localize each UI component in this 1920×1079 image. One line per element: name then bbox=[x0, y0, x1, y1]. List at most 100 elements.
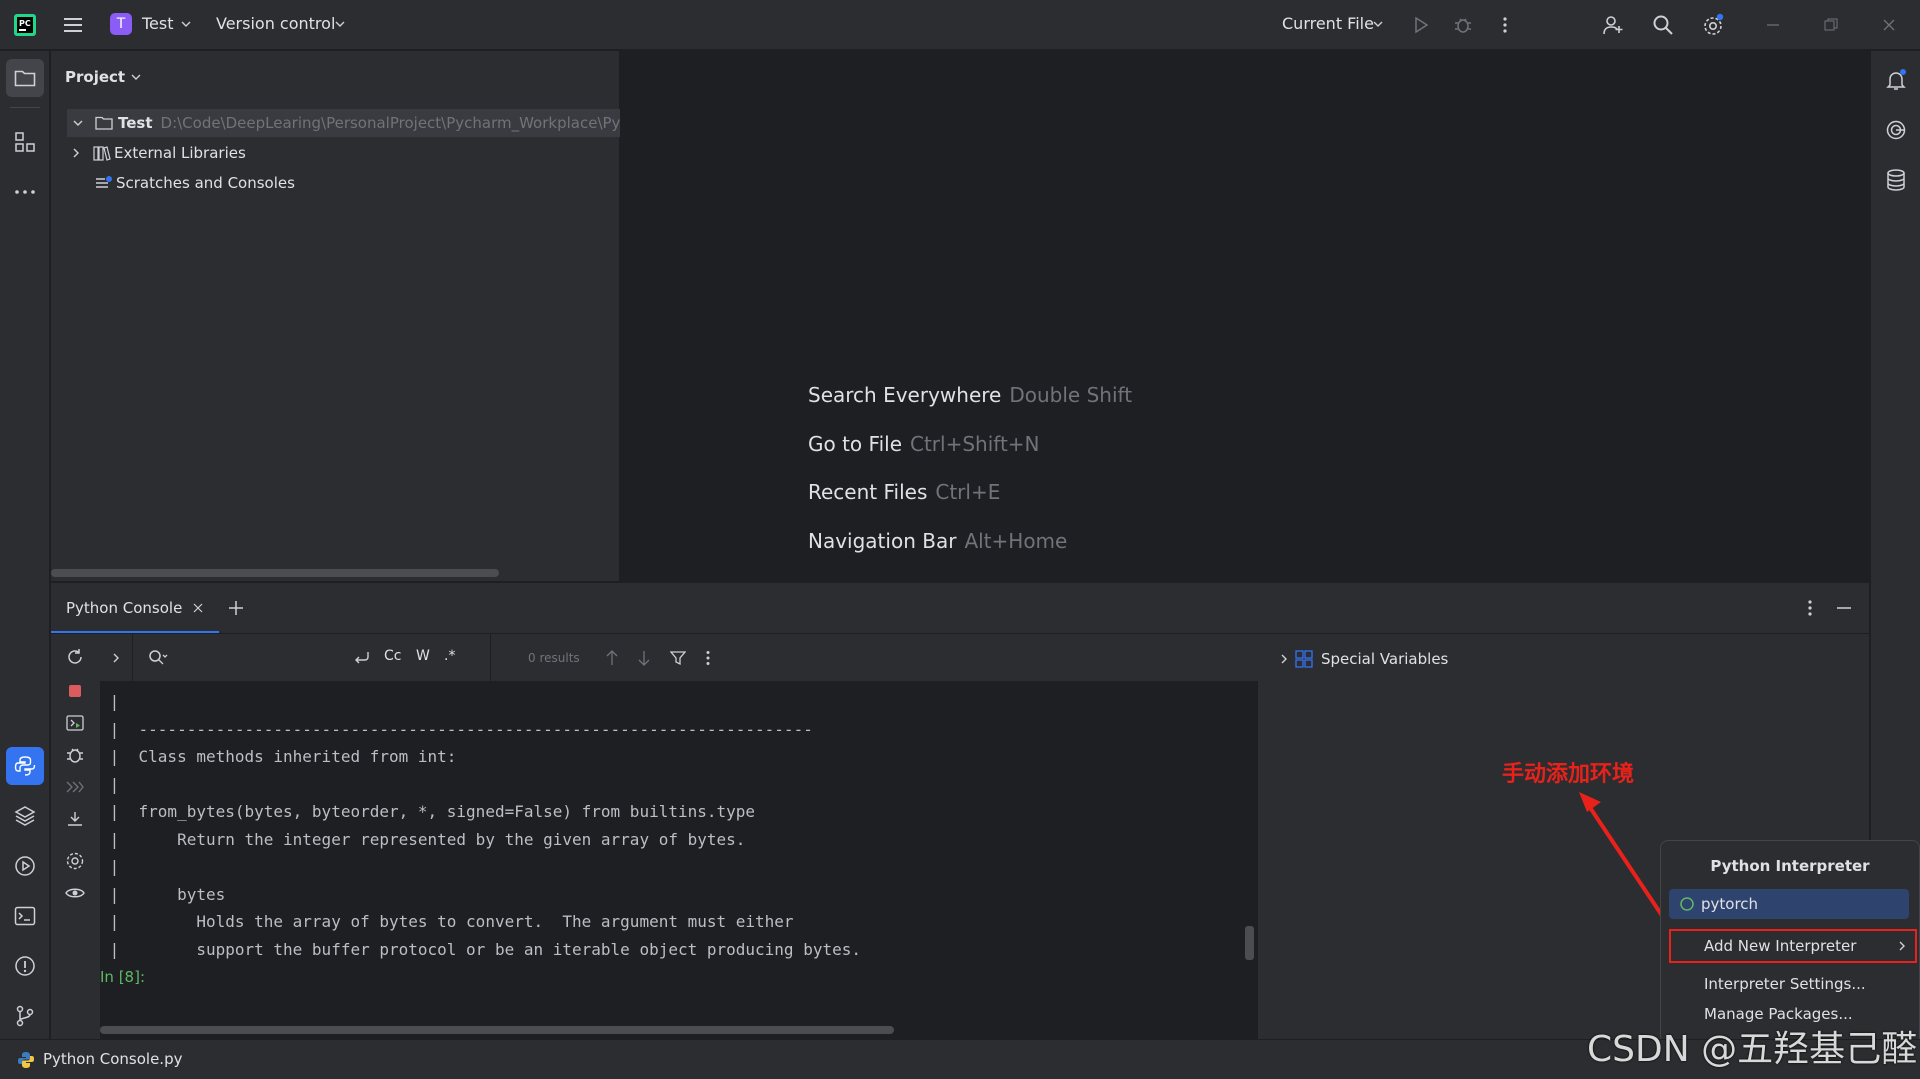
chevron-right-icon[interactable] bbox=[106, 646, 126, 670]
popup-title: Python Interpreter bbox=[1710, 857, 1870, 875]
hint-shortcut: Alt+Home bbox=[964, 529, 1068, 553]
rerun-icon[interactable] bbox=[61, 643, 89, 671]
show-variables-icon[interactable] bbox=[61, 879, 89, 907]
root-folder-name: Test bbox=[118, 114, 153, 132]
attach-debugger-icon[interactable] bbox=[61, 741, 89, 769]
minimize-icon[interactable] bbox=[1760, 12, 1786, 38]
soft-wrap-icon[interactable] bbox=[61, 805, 89, 833]
console-line: | Return the integer represented by the … bbox=[100, 830, 746, 849]
tree-row-external-libraries[interactable]: External Libraries bbox=[67, 139, 246, 167]
interpreter-name: pytorch bbox=[1701, 895, 1759, 913]
tree-item-label: Scratches and Consoles bbox=[116, 174, 295, 192]
console-line: | --------------------------------------… bbox=[100, 720, 813, 739]
console-output[interactable]: | | ------------------------------------… bbox=[100, 682, 1258, 1039]
console-line: | Holds the array of bytes to convert. T… bbox=[100, 912, 794, 931]
tab-python-console[interactable]: Python Console bbox=[51, 583, 219, 634]
regex-toggle[interactable]: .* bbox=[444, 648, 455, 664]
menu-item-label: Add New Interpreter bbox=[1704, 937, 1857, 955]
previous-occurrence-icon[interactable] bbox=[600, 646, 624, 670]
code-with-me-icon[interactable] bbox=[1600, 12, 1626, 38]
interpreter-settings-item[interactable]: Interpreter Settings... bbox=[1704, 975, 1866, 993]
ai-assistant-icon[interactable] bbox=[1877, 111, 1915, 149]
terminal-icon[interactable] bbox=[6, 897, 44, 935]
hint-navigation-bar: Navigation Bar Alt+Home bbox=[808, 529, 1067, 553]
project-tool-icon[interactable] bbox=[6, 59, 44, 97]
console-line: | bbox=[100, 775, 120, 794]
add-new-interpreter-item[interactable]: Add New Interpreter bbox=[1669, 929, 1917, 963]
vertical-scrollbar[interactable] bbox=[1245, 926, 1254, 960]
hint-label: Go to File bbox=[808, 432, 902, 456]
main-menu-icon[interactable] bbox=[60, 12, 86, 38]
tree-row-scratches[interactable]: Scratches and Consoles bbox=[67, 169, 295, 197]
console-line: | bytes bbox=[100, 885, 226, 904]
console-line: | bbox=[100, 857, 120, 876]
status-file-name[interactable]: Python Console.py bbox=[43, 1050, 182, 1068]
database-icon[interactable] bbox=[1877, 161, 1915, 199]
settings-gear-icon[interactable] bbox=[1700, 12, 1726, 38]
search-results-count: 0 results bbox=[528, 651, 580, 665]
more-tools-icon[interactable] bbox=[6, 173, 44, 211]
editor-empty-state: Search Everywhere Double Shift Go to File… bbox=[621, 51, 1869, 581]
problems-icon[interactable] bbox=[6, 947, 44, 985]
search-options-icon[interactable] bbox=[696, 646, 720, 670]
python-packages-icon[interactable] bbox=[6, 797, 44, 835]
horizontal-scrollbar[interactable] bbox=[51, 569, 499, 577]
run-icon[interactable] bbox=[1408, 12, 1434, 38]
search-history-icon[interactable] bbox=[146, 646, 170, 670]
chevron-right-icon[interactable] bbox=[73, 148, 79, 158]
panel-title: Project bbox=[65, 68, 126, 86]
notifications-bell-icon[interactable] bbox=[1877, 61, 1915, 99]
git-branch-icon[interactable] bbox=[6, 997, 44, 1035]
variables-grid-icon bbox=[1295, 650, 1313, 668]
chevron-down-icon[interactable] bbox=[73, 120, 83, 126]
restore-icon[interactable] bbox=[1818, 12, 1844, 38]
settings-icon[interactable] bbox=[61, 847, 89, 875]
structure-icon[interactable] bbox=[6, 123, 44, 161]
add-tab-icon[interactable] bbox=[223, 595, 249, 621]
services-icon[interactable] bbox=[6, 847, 44, 885]
more-actions-icon[interactable] bbox=[1492, 12, 1518, 38]
chevron-down-icon bbox=[1372, 18, 1384, 30]
hint-label: Recent Files bbox=[808, 480, 928, 504]
horizontal-scrollbar[interactable] bbox=[100, 1026, 894, 1034]
project-badge: T bbox=[110, 13, 132, 35]
scratches-icon bbox=[95, 175, 113, 191]
python-console-tool-icon[interactable] bbox=[6, 747, 44, 785]
match-case-toggle[interactable]: Cc bbox=[384, 648, 401, 664]
search-icon[interactable] bbox=[1650, 12, 1676, 38]
hint-go-to-file: Go to File Ctrl+Shift+N bbox=[808, 432, 1040, 456]
options-icon[interactable] bbox=[1797, 595, 1823, 621]
special-variables-row[interactable]: Special Variables bbox=[1281, 650, 1448, 668]
console-search-input[interactable] bbox=[176, 646, 326, 670]
hint-recent-files: Recent Files Ctrl+E bbox=[808, 480, 1000, 504]
execute-icon[interactable] bbox=[61, 709, 89, 737]
pycharm-logo-icon[interactable]: PC bbox=[12, 12, 38, 38]
words-toggle[interactable]: W bbox=[416, 648, 430, 664]
project-panel: Project Test D:\Code\DeepLearing\Persona… bbox=[51, 51, 620, 581]
debug-icon[interactable] bbox=[1450, 12, 1476, 38]
splitter[interactable] bbox=[1258, 634, 1267, 1040]
interpreter-item-current[interactable]: pytorch bbox=[1669, 889, 1909, 919]
new-line-icon[interactable] bbox=[350, 646, 374, 670]
close-window-icon[interactable] bbox=[1876, 12, 1902, 38]
close-tab-icon[interactable] bbox=[191, 601, 205, 615]
watermark: CSDN @五羟基己醛 bbox=[1587, 1029, 1918, 1070]
chevron-right-icon bbox=[1899, 941, 1905, 951]
hide-panel-icon[interactable] bbox=[1831, 595, 1857, 621]
hint-shortcut: Double Shift bbox=[1009, 383, 1133, 407]
project-widget[interactable]: T Test bbox=[108, 12, 194, 38]
tree-row-root[interactable]: Test D:\Code\DeepLearing\PersonalProject… bbox=[67, 109, 620, 137]
run-config-widget[interactable]: Current File bbox=[1278, 12, 1388, 38]
hint-shortcut: Ctrl+E bbox=[935, 480, 1001, 504]
filter-icon[interactable] bbox=[666, 646, 690, 670]
next-occurrence-icon[interactable] bbox=[632, 646, 656, 670]
root-folder-path: D:\Code\DeepLearing\PersonalProject\Pych… bbox=[160, 114, 620, 132]
svg-text:PC: PC bbox=[19, 19, 31, 28]
stop-icon[interactable] bbox=[61, 677, 89, 705]
project-name: Test bbox=[142, 14, 174, 33]
version-control-widget[interactable]: Version control bbox=[214, 12, 354, 38]
history-icon[interactable] bbox=[61, 773, 89, 801]
hint-label: Navigation Bar bbox=[808, 529, 957, 553]
project-view-selector[interactable]: Project bbox=[65, 65, 141, 89]
special-variables-label: Special Variables bbox=[1321, 650, 1449, 668]
